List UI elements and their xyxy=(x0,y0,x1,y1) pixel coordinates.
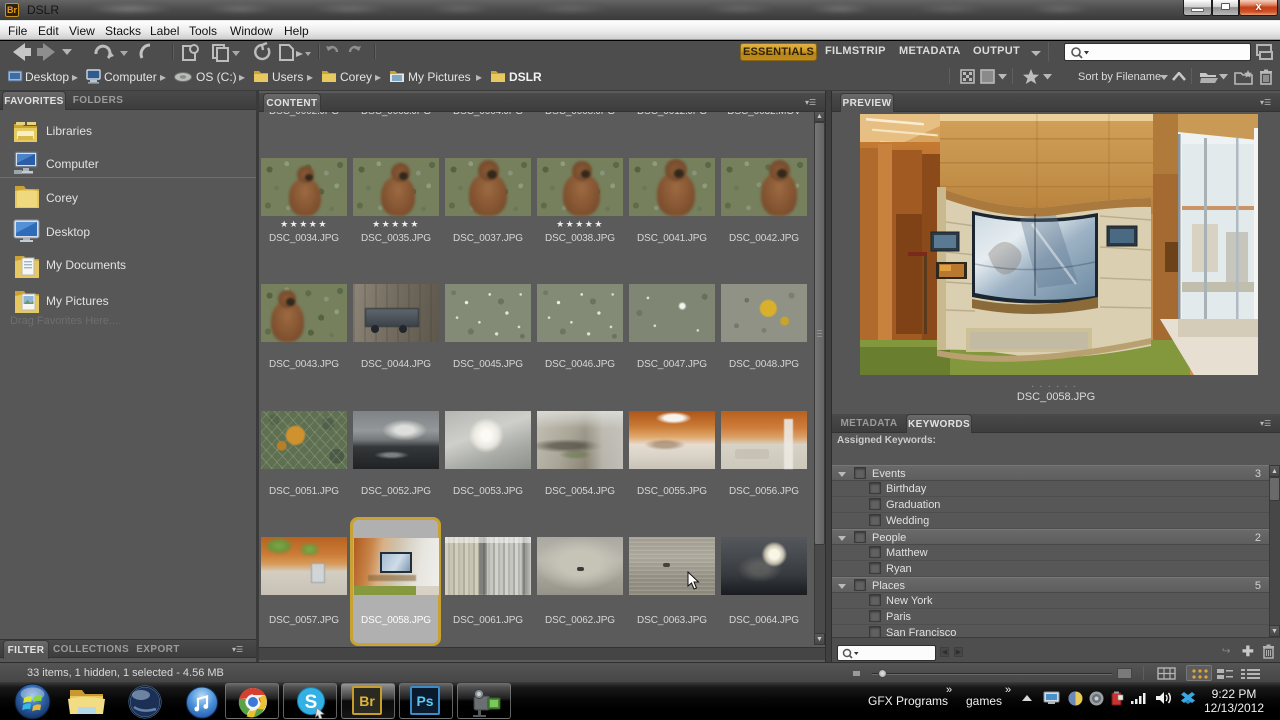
svg-text:S: S xyxy=(305,692,318,713)
